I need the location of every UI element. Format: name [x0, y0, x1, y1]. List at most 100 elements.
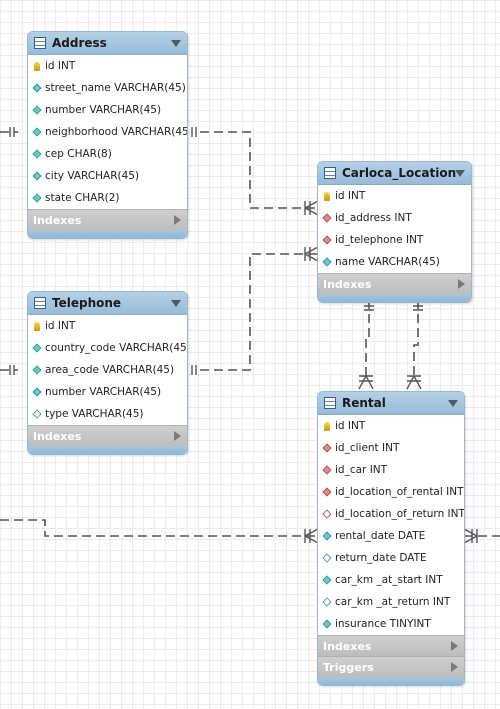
primary-key-icon — [34, 61, 40, 71]
column-row[interactable]: city VARCHAR(45) — [28, 165, 187, 187]
column-label: id_telephone INT — [335, 234, 424, 246]
column-icon — [32, 149, 42, 159]
column-label: name VARCHAR(45) — [335, 256, 440, 268]
indexes-section[interactable]: Indexes — [28, 209, 187, 230]
expand-arrow-icon[interactable] — [451, 641, 458, 651]
table-header[interactable]: Telephone — [28, 292, 187, 315]
column-icon — [32, 105, 42, 115]
expand-arrow-icon[interactable] — [451, 662, 458, 672]
table-icon — [34, 37, 46, 49]
column-row[interactable]: cep CHAR(8) — [28, 143, 187, 165]
column-row[interactable]: id INT — [28, 315, 187, 337]
expand-arrow-icon[interactable] — [458, 279, 465, 289]
column-icon — [32, 343, 42, 353]
column-row[interactable]: car_km _at_return INT — [318, 591, 464, 613]
column-row[interactable]: return_date DATE — [318, 547, 464, 569]
column-label: id INT — [335, 190, 366, 202]
table-header[interactable]: Address — [28, 32, 187, 55]
relationship-line-location-rental-1 — [365, 300, 370, 380]
indexes-section[interactable]: Indexes — [318, 635, 464, 656]
column-row[interactable]: car_km _at_start INT — [318, 569, 464, 591]
table-title: Carloca_Location — [342, 166, 457, 180]
column-icon — [32, 193, 42, 203]
section-label: Indexes — [33, 429, 82, 443]
column-icon — [322, 257, 332, 267]
column-row[interactable]: neighborhood VARCHAR(45) — [28, 121, 187, 143]
foreign-key-icon — [322, 213, 332, 223]
column-row[interactable]: street_name VARCHAR(45) — [28, 77, 187, 99]
table-title: Telephone — [52, 296, 122, 310]
section-label: Indexes — [323, 639, 372, 653]
table-footer — [318, 294, 471, 302]
table-footer — [28, 446, 187, 454]
table-telephone[interactable]: Telephone id INT country_code VARCHAR(45… — [27, 291, 188, 455]
column-row[interactable]: area_code VARCHAR(45) — [28, 359, 187, 381]
expand-arrow-icon[interactable] — [174, 215, 181, 225]
column-row[interactable]: id_car INT — [318, 459, 464, 481]
collapse-arrow-icon[interactable] — [171, 300, 181, 307]
column-row[interactable]: type VARCHAR(45) — [28, 403, 187, 425]
column-icon — [32, 83, 42, 93]
primary-key-icon — [324, 191, 330, 201]
column-label: car_km _at_return INT — [335, 596, 451, 608]
table-rental[interactable]: Rental id INT id_client INT id_car INT i… — [317, 391, 465, 686]
many-marker — [406, 375, 422, 390]
relationship-line-client-rental — [0, 519, 318, 537]
column-row[interactable]: id_address INT — [318, 207, 471, 229]
column-label: id INT — [45, 60, 76, 72]
column-row[interactable]: id_client INT — [318, 437, 464, 459]
column-row[interactable]: id INT — [28, 55, 187, 77]
column-label: neighborhood VARCHAR(45) — [45, 126, 188, 138]
one-marker — [9, 365, 15, 375]
column-label: id_client INT — [335, 442, 400, 454]
nullable-column-icon — [322, 597, 332, 607]
table-footer — [28, 230, 187, 238]
indexes-section[interactable]: Indexes — [28, 425, 187, 446]
many-marker — [358, 375, 374, 390]
column-label: rental_date DATE — [335, 530, 426, 542]
column-row[interactable]: number VARCHAR(45) — [28, 99, 187, 121]
column-label: cep CHAR(8) — [45, 148, 112, 160]
column-row[interactable]: name VARCHAR(45) — [318, 251, 471, 273]
column-label: number VARCHAR(45) — [45, 104, 162, 116]
one-marker — [9, 127, 15, 137]
column-label: country_code VARCHAR(45) — [45, 342, 188, 354]
table-title: Address — [52, 36, 107, 50]
column-row[interactable]: id_telephone INT — [318, 229, 471, 251]
column-row[interactable]: id INT — [318, 415, 464, 437]
table-header[interactable]: Carloca_Location — [318, 162, 471, 185]
table-header[interactable]: Rental — [318, 392, 464, 415]
column-icon — [322, 531, 332, 541]
column-row[interactable]: country_code VARCHAR(45) — [28, 337, 187, 359]
column-row[interactable]: id_location_of_return INT — [318, 503, 464, 525]
collapse-arrow-icon[interactable] — [448, 400, 458, 407]
relationship-line-location-rental-2 — [413, 300, 419, 380]
one-marker — [191, 127, 197, 137]
foreign-key-icon — [322, 487, 332, 497]
column-row[interactable]: number VARCHAR(45) — [28, 381, 187, 403]
foreign-key-icon — [322, 465, 332, 475]
table-icon — [324, 397, 336, 409]
column-row[interactable]: rental_date DATE — [318, 525, 464, 547]
foreign-key-icon — [322, 443, 332, 453]
column-label: id_location_of_rental INT — [335, 486, 464, 498]
indexes-section[interactable]: Indexes — [318, 273, 471, 294]
table-icon — [34, 297, 46, 309]
triggers-section[interactable]: Triggers — [318, 656, 464, 677]
relationship-line-telephone-location — [200, 253, 318, 371]
column-row[interactable]: id_location_of_rental INT — [318, 481, 464, 503]
primary-key-icon — [34, 321, 40, 331]
column-row[interactable]: insurance TINYINT — [318, 613, 464, 635]
expand-arrow-icon[interactable] — [174, 431, 181, 441]
column-label: id INT — [45, 320, 76, 332]
table-icon — [324, 167, 336, 179]
collapse-arrow-icon[interactable] — [455, 170, 465, 177]
collapse-arrow-icon[interactable] — [171, 40, 181, 47]
section-label: Indexes — [323, 277, 372, 291]
table-address[interactable]: Address id INT street_name VARCHAR(45) n… — [27, 31, 188, 239]
column-row[interactable]: id INT — [318, 185, 471, 207]
column-label: return_date DATE — [335, 552, 427, 564]
table-carloca-location[interactable]: Carloca_Location id INT id_address INT i… — [317, 161, 472, 303]
column-row[interactable]: state CHAR(2) — [28, 187, 187, 209]
column-label: number VARCHAR(45) — [45, 386, 162, 398]
